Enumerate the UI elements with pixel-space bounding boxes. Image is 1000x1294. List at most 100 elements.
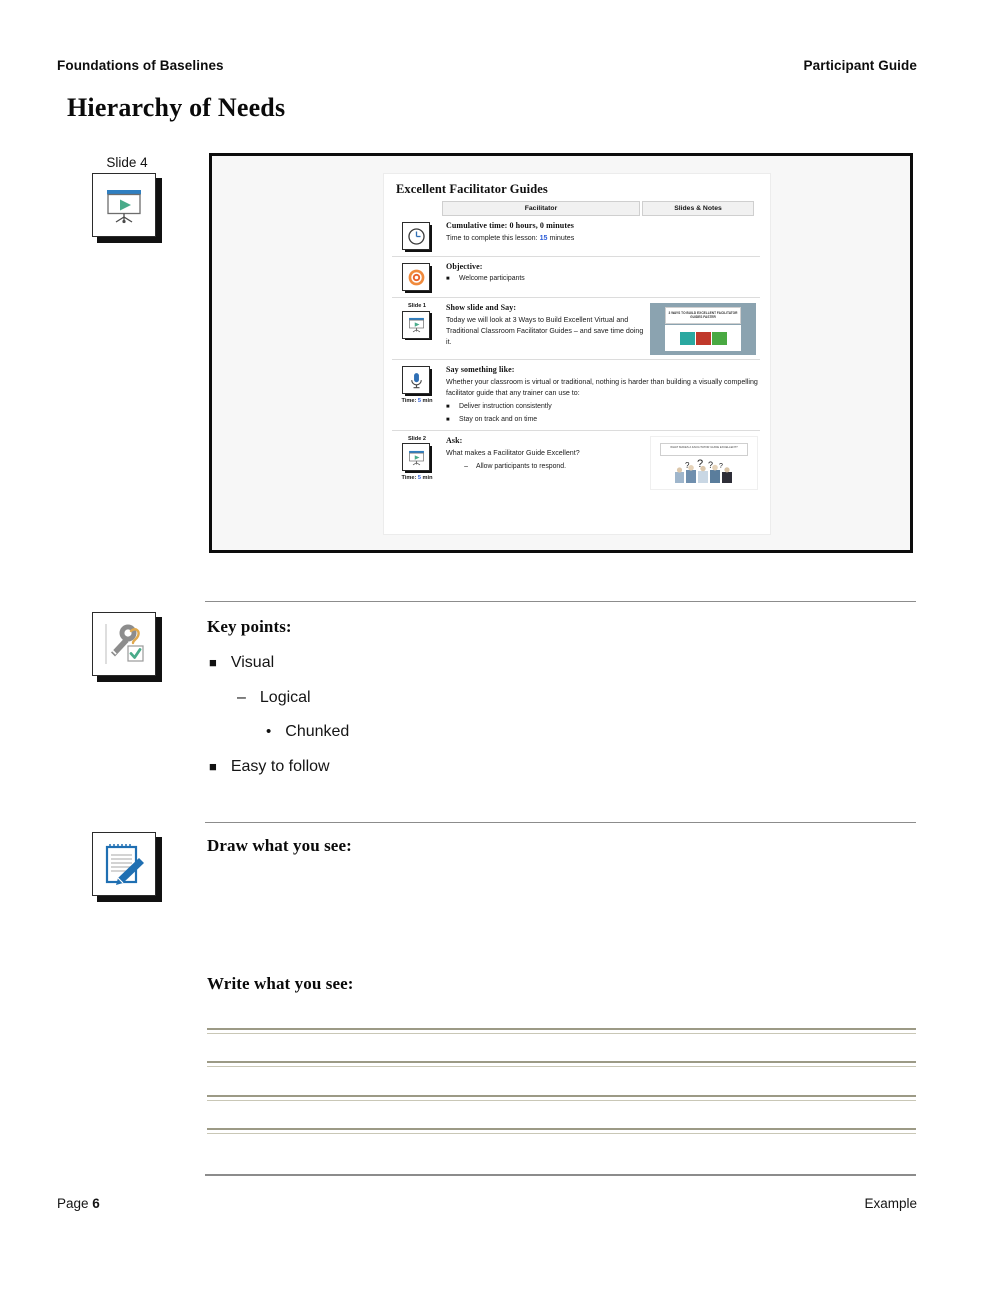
row-icon-cell [392,262,442,293]
slide-image-frame: Excellent Facilitator Guides Facilitator… [209,153,913,553]
guide-row-ask: Slide 2 Time: 5 min Ask: What makes a Fa… [392,429,760,494]
slide-reference-block: Slide 4 [89,155,165,243]
thumbnail-people-graphic: ? ? ? ? [673,458,735,483]
say-something-paragraph: Whether your classroom is virtual or tra… [446,378,758,397]
key-point-item: ■ Visual [209,654,274,672]
thumbnail-title-text: 3 WAYS TO BUILD EXCELLENT FACILITATOR GU… [668,311,738,320]
guide-row-show-slide: Slide 1 Show slide and Say: Today we wil… [392,297,760,359]
square-bullet-icon: ■ [446,403,450,410]
facilitator-guide-title: Excellent Facilitator Guides [396,182,548,196]
write-line[interactable] [207,1061,916,1067]
ask-paragraph: What makes a Facilitator Guide Excellent… [446,448,580,457]
footer-divider [205,1174,916,1176]
dash-bullet-icon: – [464,462,468,470]
thumbnail-title-text: WHAT MAKES A FACILITATOR GUIDE EXCELLENT… [670,444,738,449]
page-title: Hierarchy of Needs [67,93,286,122]
page-footer: Page 6 Example [57,1196,917,1211]
page-number-label: Page 6 [57,1196,100,1211]
key-point-item: ■ Easy to follow [209,758,330,776]
thumbnail-graphic [665,325,741,351]
svg-text:?: ? [719,463,723,470]
draw-section-icon-block [89,832,165,902]
running-header: Foundations of Baselines Participant Gui… [57,58,917,73]
key-point-item: • Chunked [266,723,349,741]
key-point-label: Easy to follow [230,758,330,775]
guide-row-say-something: Time: 5 min Say something like: Whether … [392,359,760,430]
key-points-heading: Key points: [207,617,292,636]
row-body: Say something like: Whether your classro… [442,365,760,426]
thumbnail-box-3 [711,331,727,345]
key-check-icon [92,612,162,682]
row-icon-cell: Slide 2 Time: 5 min [392,436,442,490]
column-header-facilitator: Facilitator [442,201,640,216]
facilitator-guide-page: Excellent Facilitator Guides Facilitator… [384,174,770,534]
header-right-text: Participant Guide [803,58,917,73]
document-page: Foundations of Baselines Participant Gui… [0,0,1000,1294]
ask-dash-bullet: – Allow participants to respond. [446,462,646,472]
guide-row-time: Cumulative time: 0 hours, 0 minutes Time… [392,216,760,256]
row-icon-cell: Time: 5 min [392,365,442,426]
svg-text:?: ? [708,460,713,470]
row-body: Ask: What makes a Facilitator Guide Exce… [442,436,646,490]
say-bullet: ■ Deliver instruction consistently [446,402,760,412]
show-slide-heading: Show slide and Say: [446,303,517,312]
thumbnail-title-card: WHAT MAKES A FACILITATOR GUIDE EXCELLENT… [660,442,748,456]
write-line[interactable] [207,1028,916,1034]
slide-thumbnail-what-makes: WHAT MAKES A FACILITATOR GUIDE EXCELLENT… [650,435,758,490]
key-points-icon-block [89,612,165,682]
thumbnail-box-1 [679,331,695,345]
square-bullet-icon: ■ [209,759,217,774]
key-point-item: – Logical [237,689,311,707]
show-slide-paragraph: Today we will look at 3 Ways to Build Ex… [446,316,644,346]
square-bullet-icon: ■ [446,417,450,424]
slide-reference-caption: Slide 4 [106,155,148,170]
projector-screen-icon [402,443,432,473]
svg-text:?: ? [697,459,703,470]
row-body: Cumulative time: 0 hours, 0 minutes Time… [442,221,760,252]
thumbnail-box-2 [695,331,711,345]
row-thumbnail-cell: WHAT MAKES A FACILITATOR GUIDE EXCELLENT… [646,435,760,490]
notepad-pencil-icon [92,832,162,902]
dot-bullet-icon: • [266,723,272,740]
square-bullet-icon: ■ [209,655,217,670]
slide-2-caption: Slide 2 [407,435,427,442]
row-icon-cell [392,221,442,252]
section-divider [205,601,916,602]
section-divider [205,822,916,823]
projector-screen-icon [402,310,432,341]
objective-bullet: ■ Welcome participants [446,274,760,284]
key-point-label: Chunked [285,723,350,740]
thumbnail-title-card: 3 WAYS TO BUILD EXCELLENT FACILITATOR GU… [665,307,741,324]
key-point-label: Visual [230,654,275,671]
page-number-value: 6 [92,1196,100,1211]
slide-1-caption: Slide 1 [407,303,427,309]
write-section-heading: Write what you see: [207,974,354,993]
row-thumbnail-cell: 3 WAYS TO BUILD EXCELLENT FACILITATOR GU… [646,303,760,355]
ask-heading: Ask: [446,435,463,445]
footer-right-text: Example [864,1196,917,1211]
key-point-label: Logical [259,689,311,706]
row-body: Show slide and Say: Today we will look a… [442,303,646,355]
svg-text:?: ? [685,461,690,470]
header-left-text: Foundations of Baselines [57,58,224,73]
say-something-heading: Say something like: [446,365,515,374]
objective-heading: Objective: [446,262,483,271]
clock-icon [402,222,432,252]
projector-screen-icon [92,173,162,243]
write-line[interactable] [207,1128,916,1134]
write-line[interactable] [207,1095,916,1101]
facilitator-guide-column-headers: Facilitator Slides & Notes [442,201,760,216]
microphone-icon [402,366,432,396]
ask-time-label: Time: 5 min [401,475,433,482]
column-header-slides-notes: Slides & Notes [642,201,754,216]
row-icon-cell: Slide 1 [392,303,442,355]
draw-section-heading: Draw what you see: [207,836,352,855]
dash-bullet-icon: – [237,689,246,706]
guide-row-objective: Objective: ■ Welcome participants [392,256,760,297]
lesson-time-text: Time to complete this lesson: 15 minutes [446,234,575,242]
cumulative-time-heading: Cumulative time: 0 hours, 0 minutes [446,221,574,230]
row-body: Objective: ■ Welcome participants [442,262,760,293]
say-time-label: Time: 5 min [401,398,433,404]
say-bullet: ■ Stay on track and on time [446,415,760,425]
target-icon [402,263,432,293]
